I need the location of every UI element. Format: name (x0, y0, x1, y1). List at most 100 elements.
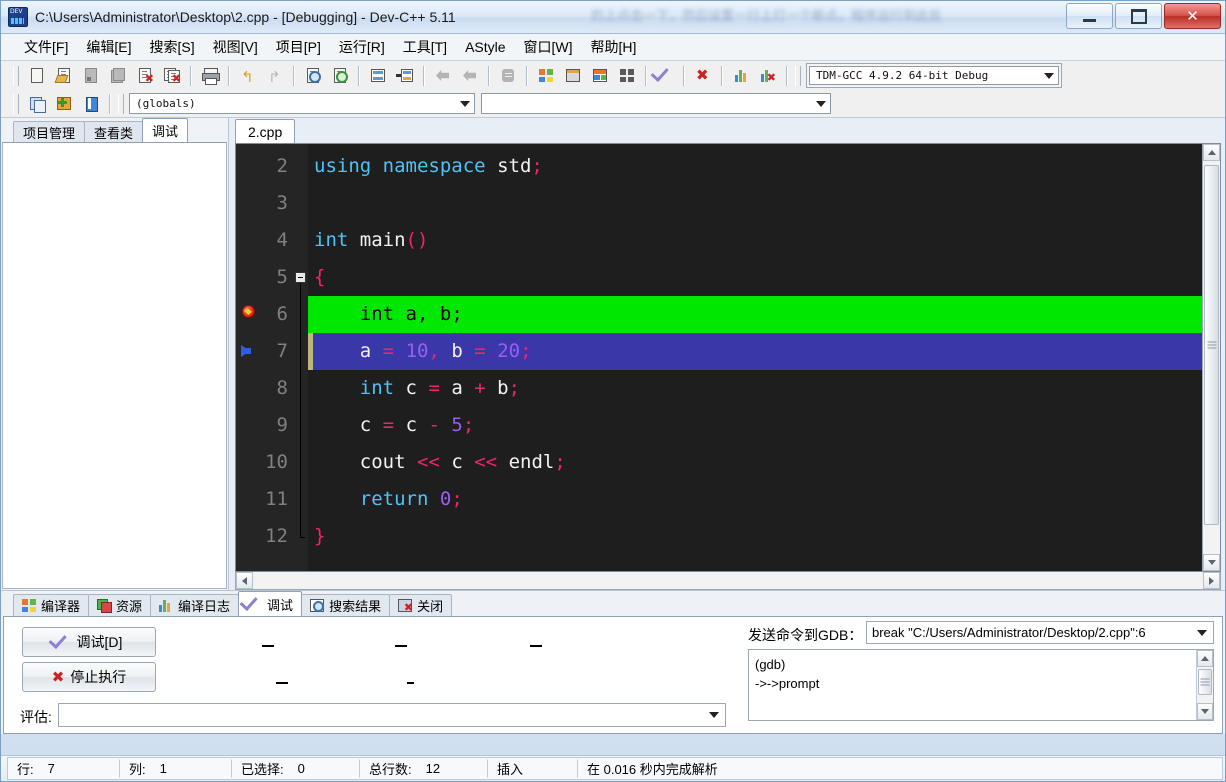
code-line[interactable]: return 0; (308, 481, 1202, 518)
find-icon[interactable] (300, 63, 326, 88)
code-line[interactable]: using namespace std; (308, 148, 1202, 185)
gdb-output-box[interactable]: (gdb) ->->prompt (748, 649, 1214, 721)
line-number-gutter[interactable]: 2 3 4 5 6 7 8 9 10 11 12 (236, 144, 294, 571)
open-file-icon[interactable] (51, 63, 77, 88)
editor-horizontal-scrollbar[interactable] (235, 572, 1221, 590)
compiler-set-combo[interactable]: TDM-GCC 4.9.2 64-bit Debug (806, 63, 1062, 88)
tab-debug-output[interactable]: 调试 (238, 591, 303, 616)
code-line[interactable] (308, 185, 1202, 222)
delete-profile-icon[interactable]: ✖ (755, 63, 781, 88)
compile-run-icon[interactable] (587, 63, 613, 88)
rebuild-icon[interactable] (614, 63, 640, 88)
fold-column[interactable] (294, 144, 308, 571)
menu-view[interactable]: 视图[V] (204, 34, 267, 60)
code-editor[interactable]: 2 3 4 5 6 7 8 9 10 11 12 using namespace std; int m… (235, 143, 1221, 572)
vscroll-thumb[interactable] (1204, 165, 1219, 525)
close-button[interactable]: ✕ (1164, 3, 1221, 29)
line-number[interactable]: 4 (236, 222, 294, 259)
toolbar-grip-4[interactable] (118, 93, 124, 114)
tab-class-browser[interactable]: 查看类 (84, 121, 144, 142)
scroll-up-button[interactable] (1203, 144, 1220, 161)
save-all-icon[interactable] (105, 63, 131, 88)
code-line[interactable]: cout << c << endl; (308, 444, 1202, 481)
hidden-button-accelerator-1[interactable] (262, 645, 274, 647)
evaluate-input[interactable] (58, 703, 726, 727)
line-number[interactable]: 3 (236, 185, 294, 222)
fold-collapse-icon[interactable] (295, 272, 306, 283)
hscroll-track[interactable] (253, 572, 1203, 589)
toggle-icon[interactable] (495, 63, 521, 88)
menu-window[interactable]: 窗口[W] (515, 34, 582, 60)
run-icon[interactable] (560, 63, 586, 88)
toolbar-grip-3[interactable] (13, 93, 19, 114)
hidden-button-accelerator-2[interactable] (395, 645, 407, 647)
stop-icon[interactable]: ✖ (690, 63, 716, 88)
remove-from-project-icon[interactable] (78, 91, 104, 116)
menu-project[interactable]: 项目[P] (267, 34, 330, 60)
scope-combo[interactable]: (globals) (129, 93, 475, 114)
code-line-current[interactable]: a = 10, b = 20; (308, 333, 1202, 370)
line-number[interactable]: 2 (236, 148, 294, 185)
maximize-button[interactable] (1115, 3, 1162, 29)
menu-edit[interactable]: 编辑[E] (77, 34, 140, 60)
undo-icon[interactable]: ↰ (235, 63, 261, 88)
menu-run[interactable]: 运行[R] (330, 34, 394, 60)
print-icon[interactable] (197, 63, 223, 88)
line-number[interactable]: 5 (236, 259, 294, 296)
back-icon[interactable] (430, 63, 456, 88)
vscroll-track[interactable] (1203, 161, 1220, 554)
code-line[interactable]: int main() (308, 222, 1202, 259)
line-number[interactable]: 12 (236, 518, 294, 555)
tab-compile-log[interactable]: 编译日志 (150, 594, 240, 616)
menu-file[interactable]: 文件[F] (15, 34, 77, 60)
gdb-scroll-thumb[interactable] (1198, 669, 1212, 695)
tab-debug[interactable]: 调试 (142, 118, 189, 142)
menu-tools[interactable]: 工具[T] (394, 34, 456, 60)
debug-button[interactable]: 调试[D] (22, 627, 156, 657)
stop-execution-button[interactable]: ✖ 停止执行 (22, 662, 156, 692)
scroll-right-button[interactable] (1203, 572, 1220, 589)
hidden-button-accelerator-5[interactable] (407, 682, 414, 684)
scroll-left-button[interactable] (236, 572, 253, 589)
forward-icon[interactable] (457, 63, 483, 88)
toolbar-grip-2[interactable] (795, 65, 801, 86)
compile-icon[interactable] (533, 63, 559, 88)
menu-search[interactable]: 搜索[S] (140, 34, 203, 60)
gdb-scroll-down-button[interactable] (1197, 703, 1213, 720)
hidden-button-accelerator-4[interactable] (276, 682, 288, 684)
editor-vertical-scrollbar[interactable] (1202, 144, 1220, 571)
gdb-output-scrollbar[interactable] (1196, 650, 1213, 720)
goto-line-icon[interactable] (365, 63, 391, 88)
fold-cell[interactable] (294, 259, 308, 296)
tab-compiler[interactable]: 编译器 (13, 594, 90, 616)
scroll-down-button[interactable] (1203, 554, 1220, 571)
line-number[interactable]: 9 (236, 407, 294, 444)
tab-project-manager[interactable]: 项目管理 (13, 121, 86, 142)
code-area[interactable]: 2 3 4 5 6 7 8 9 10 11 12 using namespace std; int m… (236, 144, 1202, 571)
debug-watch-list[interactable] (2, 142, 227, 589)
goto-function-icon[interactable] (392, 63, 418, 88)
add-to-project-icon[interactable] (51, 91, 77, 116)
profile-icon[interactable] (728, 63, 754, 88)
redo-icon[interactable]: ↱ (262, 63, 288, 88)
code-line[interactable]: { (308, 259, 1202, 296)
minimize-button[interactable] (1066, 3, 1113, 29)
gdb-scroll-track[interactable] (1197, 667, 1213, 703)
code-line[interactable]: int c = a + b; (308, 370, 1202, 407)
line-number[interactable]: 6 (236, 296, 294, 333)
new-project-icon[interactable] (24, 91, 50, 116)
line-number[interactable]: 11 (236, 481, 294, 518)
code-line[interactable]: } (308, 518, 1202, 555)
save-icon[interactable] (78, 63, 104, 88)
tab-close[interactable]: ✖ 关闭 (389, 594, 453, 616)
toolbar-grip[interactable] (13, 65, 19, 86)
line-number[interactable]: 7 (236, 333, 294, 370)
breakpoint-icon[interactable] (242, 305, 255, 318)
code-text[interactable]: using namespace std; int main() { int a, b… (308, 144, 1202, 571)
code-line-breakpoint[interactable]: int a, b; (308, 296, 1202, 333)
new-file-icon[interactable] (24, 63, 50, 88)
debug-icon[interactable] (652, 63, 678, 88)
line-number[interactable]: 8 (236, 370, 294, 407)
gdb-command-input[interactable]: break "C:/Users/Administrator/Desktop/2.… (866, 621, 1214, 644)
class-combo[interactable] (481, 93, 831, 114)
